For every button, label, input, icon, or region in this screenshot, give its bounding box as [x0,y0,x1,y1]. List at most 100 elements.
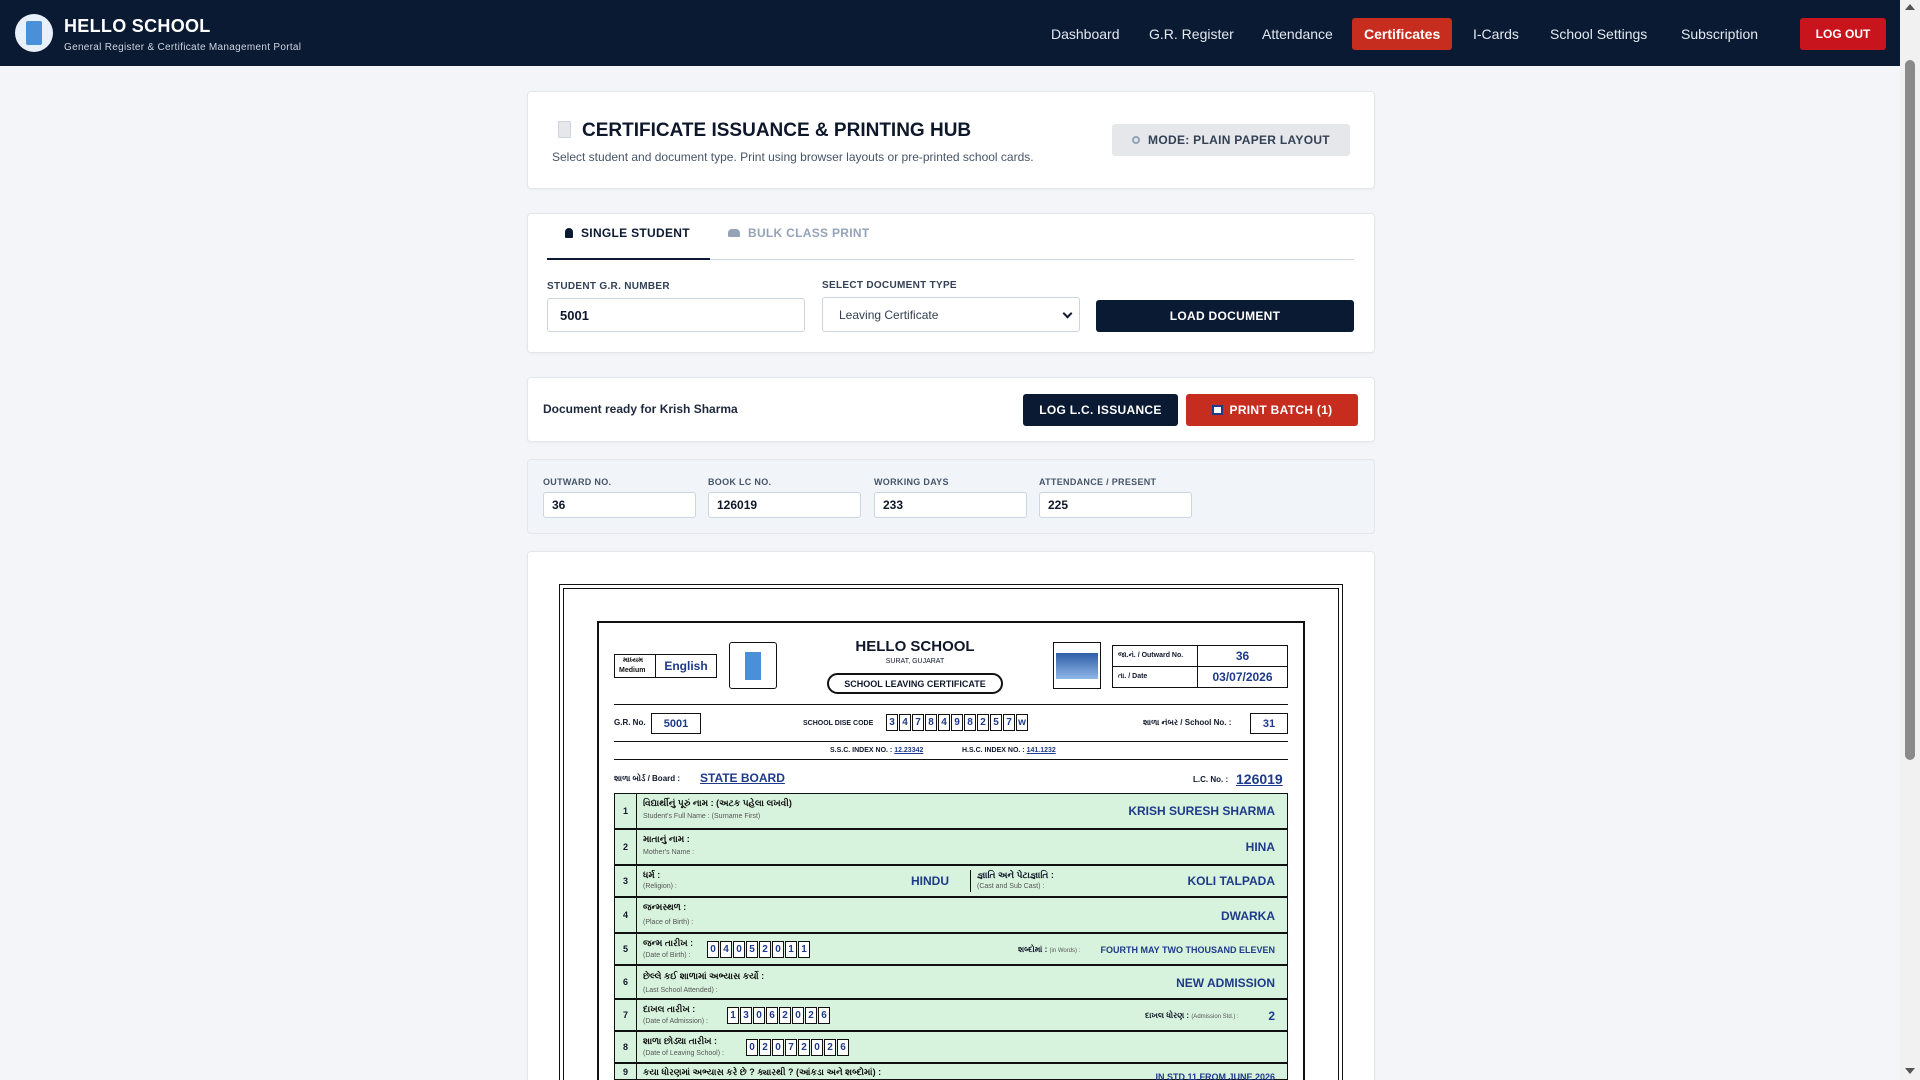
cert-gr-label: G.R. No. [614,718,646,727]
working-days-input[interactable]: 233 [874,492,1027,518]
nav-certificates[interactable]: Certificates [1352,18,1453,50]
row-value: NEW ADMISSION [1176,976,1275,990]
row-number: 3 [615,866,637,896]
header-divider [614,704,1288,705]
load-document-button[interactable]: LOAD DOCUMENT [1096,300,1354,332]
book-lc-no-label: BOOK LC NO. [708,477,772,487]
document-ready-text: Document ready for Krish Sharma [543,402,738,416]
digit-cell: 2 [759,941,771,958]
tab-active-indicator [547,258,710,260]
date-label-box: તા. / Date [1112,666,1198,688]
hub-subtitle: Select student and document type. Print … [552,150,1034,164]
medium-label-gujarati: માધ્યમ [623,657,644,664]
print-batch-button[interactable]: PRINT BATCH (1) [1186,394,1358,426]
dise-divider [614,741,1288,742]
row-label-english: (Date of Birth) : [643,952,691,959]
digit-cell: 0 [772,1039,784,1056]
dise-code-label: SCHOOL DISE CODE [803,720,874,727]
row-label-english: (Last School Attended) : [643,987,718,994]
doc-type-value: Leaving Certificate [839,307,939,322]
row-label-gujarati: કયા ધોરણમાં અભ્યાસ કરે છે ? ક્યારથી ? (આ… [643,1067,882,1077]
gr-number-label: STUDENT G.R. NUMBER [547,281,670,292]
in-words-label-gujarati: શબ્દોમાં : [1018,945,1048,954]
board-label: શાળા બોર્ડ / Board : [614,774,681,783]
row-label-english: (Religion) : [643,883,677,890]
users-icon [728,229,740,237]
nav-subscription[interactable]: Subscription [1669,18,1770,50]
digit-cell: 7 [785,1039,797,1056]
log-lc-issuance-button[interactable]: LOG L.C. ISSUANCE [1023,394,1178,426]
row-label-gujarati: દાખલ તારીખ : [643,1004,696,1014]
scroll-down-icon[interactable] [1905,1068,1915,1074]
logout-button[interactable]: LOG OUT [1800,18,1886,50]
tab-single-student[interactable]: SINGLE STUDENT [565,226,690,240]
digit-cell: 0 [792,1007,804,1024]
religion-value: HINDU [911,874,949,888]
cert-row-religion-caste: 3 ધર્મ : (Religion) : HINDU જ્ઞાતિ અને પ… [614,865,1288,897]
school-logo-icon [15,14,53,52]
doc-type-label: SELECT DOCUMENT TYPE [822,280,957,291]
tab-bulk-class-print[interactable]: BULK CLASS PRINT [728,226,869,240]
tab-bulk-label: BULK CLASS PRINT [748,226,870,240]
digit-cell: 1 [798,941,810,958]
attendance-input[interactable]: 225 [1039,492,1192,518]
row-label-english: (Date of Admission) : [643,1018,708,1025]
row-divider [970,870,971,892]
book-lc-no-input[interactable]: 126019 [708,492,861,518]
scroll-thumb[interactable] [1905,60,1915,760]
row-label-english: (Date of Leaving School) : [643,1050,724,1057]
admission-date-digits: 13062026 [727,1007,831,1024]
digit-cell: 9 [951,714,963,731]
outward-no-input[interactable]: 36 [543,492,696,518]
digit-cell: 8 [925,714,937,731]
row-number: 2 [615,830,637,864]
digit-cell: 5 [746,941,758,958]
cert-row-birth-place: 4 જન્મસ્થળ : (Place of Birth) : DWARKA [614,897,1288,933]
row-label-gujarati: જન્મસ્થળ : [643,902,687,912]
cert-row-last-school: 6 છેલ્લે કઈ શાળામાં અભ્યાસ કર્યો : (Last… [614,965,1288,999]
user-icon [565,228,573,238]
photo-image-icon [1056,652,1098,679]
birth-date-digits: 04052011 [707,941,811,958]
admission-std-label-english: (Admission Std.) : [1191,1014,1239,1020]
nav-attendance[interactable]: Attendance [1250,18,1345,50]
doc-type-select[interactable]: Leaving Certificate [822,297,1080,332]
row-value: DWARKA [1221,909,1275,923]
digit-cell: 4 [938,714,950,731]
nav-school-settings[interactable]: School Settings [1538,18,1659,50]
medium-label-box: માધ્યમ Medium [614,654,656,678]
digit-cell: 2 [759,1039,771,1056]
cert-row-admission: 7 દાખલ તારીખ : (Date of Admission) : 130… [614,999,1288,1031]
leaving-date-digits: 02072026 [746,1039,850,1056]
medium-value: English [655,654,717,678]
top-navbar: HELLO SCHOOL General Register & Certific… [0,0,1900,66]
nav-icards[interactable]: I-Cards [1461,18,1531,50]
row-label-gujarati: જન્મ તારીખ : [643,938,694,948]
page-scrollbar[interactable] [1900,0,1920,1080]
mode-toggle-button[interactable]: MODE: PLAIN PAPER LAYOUT [1112,124,1350,156]
document-icon [558,121,571,138]
mode-icon [1132,136,1141,144]
scroll-up-icon[interactable] [1905,4,1915,10]
row-number: 8 [615,1032,637,1062]
cert-date-value-text: 03/07/2026 [1212,670,1273,684]
row-label-english: (Place of Birth) : [643,919,694,926]
gr-number-input[interactable]: 5001 [547,298,805,332]
caste-value: KOLI TALPADA [1187,874,1275,888]
cert-school-place: SURAT, GUJARAT [885,658,945,665]
nav-dashboard[interactable]: Dashboard [1039,18,1132,50]
digit-cell: 6 [818,1007,830,1024]
cert-row-birth-date: 5 જન્મ તારીખ : (Date of Birth) : 0405201… [614,933,1288,965]
cert-outward-value-text: 36 [1235,649,1250,663]
birth-date-in-words: FOURTH MAY TWO THOUSAND ELEVEN [1100,945,1275,955]
digit-cell: 2 [779,1007,791,1024]
digit-cell: 2 [805,1007,817,1024]
digit-cell: 7 [912,714,924,731]
digit-cell: 3 [740,1007,752,1024]
ssc-index-label: S.S.C. INDEX NO. : [830,747,893,754]
ssc-index: S.S.C. INDEX NO. : 12.23342 [830,747,923,754]
medium-label-english: Medium [619,667,646,674]
lc-no-label: L.C. No. : [1193,775,1229,784]
row-value: IN STD 11 FROM JUNE 2026 [1155,1072,1275,1080]
nav-gr-register[interactable]: G.R. Register [1137,18,1246,50]
